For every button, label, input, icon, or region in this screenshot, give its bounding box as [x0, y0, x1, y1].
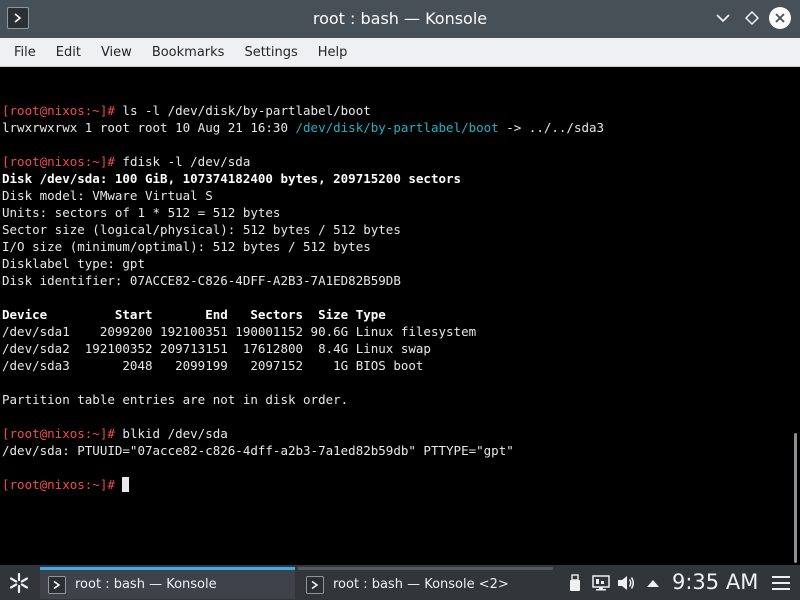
task-konsole-1[interactable]: root : bash — Konsole: [40, 567, 295, 599]
terminal-line: [root@nixos:~]#: [2, 476, 604, 493]
menu-edit[interactable]: Edit: [46, 38, 91, 67]
terminal-line: /dev/sda: PTUUID="07acce82-c826-4dff-a2b…: [2, 442, 604, 459]
menu-view[interactable]: View: [91, 38, 142, 67]
title-bar[interactable]: root : bash — Konsole: [0, 0, 800, 38]
terminal-output: [root@nixos:~]# ls -l /dev/disk/by-partl…: [2, 85, 604, 493]
terminal-text: /dev/sda2 192100352 209713151 17612800 8…: [2, 341, 431, 356]
menu-bar: File Edit View Bookmarks Settings Help: [0, 38, 800, 67]
terminal-line: Units: sectors of 1 * 512 = 512 bytes: [2, 204, 604, 221]
shell-prompt: [root@nixos:~]#: [2, 477, 115, 492]
scrollbar-thumb[interactable]: [794, 433, 797, 563]
clock[interactable]: 9:35 AM: [672, 565, 758, 600]
window-title: root : bash — Konsole: [312, 9, 488, 28]
terminal-line: Disk /dev/sda: 100 GiB, 107374182400 byt…: [2, 170, 604, 187]
menu-settings[interactable]: Settings: [234, 38, 307, 67]
terminal-line: /dev/sda3 2048 2099199 2097152 1G BIOS b…: [2, 357, 604, 374]
close-icon: [775, 13, 785, 23]
terminal-text: I/O size (minimum/optimal): 512 bytes / …: [2, 239, 371, 254]
text-cursor: [122, 477, 130, 492]
task-label: root : bash — Konsole: [75, 577, 217, 592]
shell-prompt: [root@nixos:~]#: [2, 426, 115, 441]
task-konsole-2[interactable]: root : bash — Konsole <2>: [298, 567, 553, 599]
hamburger-menu-icon[interactable]: [772, 574, 790, 592]
terminal-line: Sector size (logical/physical): 512 byte…: [2, 221, 604, 238]
close-button[interactable]: [769, 7, 791, 29]
terminal-line: Partition table entries are not in disk …: [2, 391, 604, 408]
terminal-text: lrwxrwxrwx 1 root root 10 Aug 21 16:30: [2, 120, 296, 135]
terminal-text: blkid /dev/sda: [114, 426, 228, 441]
terminal-line: [root@nixos:~]# blkid /dev/sda: [2, 425, 604, 442]
terminal-text: fdisk -l /dev/sda: [114, 154, 251, 169]
terminal-view[interactable]: [root@nixos:~]# ls -l /dev/disk/by-partl…: [0, 67, 800, 565]
shell-prompt: [root@nixos:~]#: [2, 154, 115, 169]
menu-file[interactable]: File: [4, 38, 46, 67]
volume-icon[interactable]: [617, 574, 635, 592]
terminal-text: ls -l /dev/disk/by-partlabel/boot: [114, 103, 371, 118]
terminal-line: Device Start End Sectors Size Type: [2, 306, 604, 323]
terminal-text: /dev/sda1 2099200 192100351 190001152 90…: [2, 324, 477, 339]
maximize-button[interactable]: [742, 8, 762, 28]
terminal-text: Device Start End Sectors Size Type: [2, 307, 386, 322]
terminal-text: /dev/sda: PTUUID="07acce82-c826-4dff-a2b…: [2, 443, 514, 458]
terminal-line: [root@nixos:~]# fdisk -l /dev/sda: [2, 153, 604, 170]
terminal-line: /dev/sda1 2099200 192100351 190001152 90…: [2, 323, 604, 340]
chevron-down-icon: [716, 14, 730, 23]
nixos-snowflake-icon: [9, 572, 29, 594]
taskbar: root : bash — Konsole root : bash — Kons…: [0, 565, 800, 600]
network-icon[interactable]: [592, 574, 610, 592]
terminal-text: Partition table entries are not in disk …: [2, 392, 349, 407]
terminal-text: Disk /dev/sda: 100 GiB, 107374182400 byt…: [2, 171, 462, 186]
terminal-text: Disk identifier: 07ACCE82-C826-4DFF-A2B3…: [2, 273, 401, 288]
task-label: root : bash — Konsole <2>: [333, 577, 509, 592]
terminal-line: I/O size (minimum/optimal): 512 bytes / …: [2, 238, 604, 255]
scrollbar[interactable]: [790, 67, 800, 565]
diamond-icon: [745, 11, 759, 25]
application-launcher-button[interactable]: [6, 570, 32, 596]
konsole-icon: [48, 575, 66, 594]
terminal-text: /dev/sda3 2048 2099199 2097152 1G BIOS b…: [2, 358, 424, 373]
terminal-line: /dev/sda2 192100352 209713151 17612800 8…: [2, 340, 604, 357]
terminal-text: Disklabel type: gpt: [2, 256, 145, 271]
shell-prompt: [root@nixos:~]#: [2, 103, 115, 118]
chevron-up-icon[interactable]: [644, 574, 662, 592]
terminal-line: [root@nixos:~]# ls -l /dev/disk/by-partl…: [2, 102, 604, 119]
terminal-line: Disk model: VMware Virtual S: [2, 187, 604, 204]
konsole-icon: [306, 575, 324, 594]
terminal-text: Disk model: VMware Virtual S: [2, 188, 213, 203]
minimize-button[interactable]: [713, 8, 733, 28]
terminal-line: lrwxrwxrwx 1 root root 10 Aug 21 16:30 /…: [2, 119, 604, 136]
terminal-text: Units: sectors of 1 * 512 = 512 bytes: [2, 205, 281, 220]
menu-bookmarks[interactable]: Bookmarks: [142, 38, 235, 67]
terminal-text: Sector size (logical/physical): 512 byte…: [2, 222, 401, 237]
terminal-line: Disklabel type: gpt: [2, 255, 604, 272]
symlink-path: /dev/disk/by-partlabel/boot: [295, 120, 499, 135]
usb-device-icon[interactable]: [566, 574, 584, 592]
terminal-line: Disk identifier: 07ACCE82-C826-4DFF-A2B3…: [2, 272, 604, 289]
menu-help[interactable]: Help: [308, 38, 358, 67]
terminal-text: -> ../../sda3: [498, 120, 605, 135]
